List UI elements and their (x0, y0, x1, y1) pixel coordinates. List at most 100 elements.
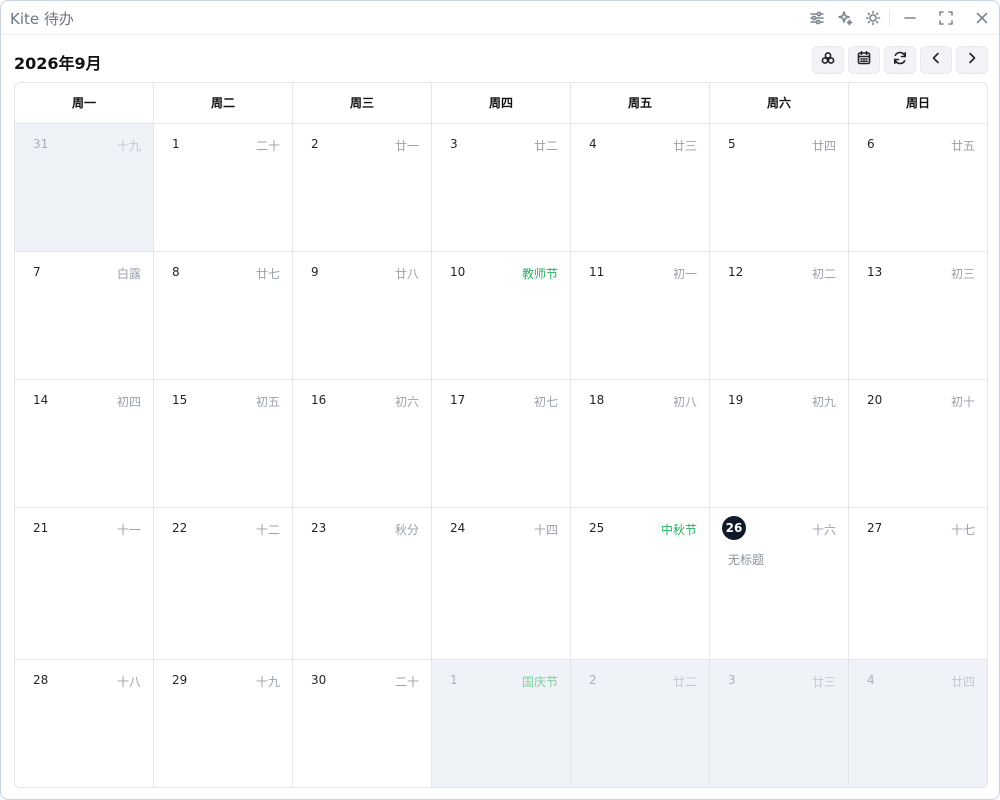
month-title: 2026年9月 (14, 54, 102, 73)
day-number: 22 (172, 521, 188, 535)
day-cell[interactable]: 31 十九 (15, 124, 154, 251)
day-number: 23 (311, 521, 327, 535)
lunar-date: 廿二 (533, 139, 558, 153)
minimize-icon[interactable] (901, 9, 919, 27)
day-number: 28 (33, 673, 49, 687)
day-number: 6 (867, 137, 875, 151)
day-cell[interactable]: 10 教师节 (432, 252, 571, 379)
app-window: Kite 待办 2026年9月 周一 周二 周三 周四 周五 周六 周日 31 … (0, 0, 1000, 800)
day-cell[interactable]: 28 十八 (15, 660, 154, 787)
lunar-date: 初三 (950, 267, 975, 281)
day-cell[interactable]: 21 十一 (15, 508, 154, 659)
day-number: 21 (33, 521, 49, 535)
lunar-date: 初六 (394, 395, 419, 409)
lunar-date: 十九 (255, 675, 280, 689)
day-cell[interactable]: 1 二十 (154, 124, 293, 251)
day-number: 29 (172, 673, 188, 687)
app-title: Kite 待办 (10, 10, 74, 28)
festival-label: 中秋节 (660, 523, 697, 537)
day-cell[interactable]: 4 廿三 (571, 124, 710, 251)
day-number: 16 (311, 393, 327, 407)
chevron-left-icon (928, 50, 944, 70)
lunar-date: 白露 (116, 267, 141, 281)
lunar-date: 十六 (811, 523, 836, 537)
titlebar-divider (889, 10, 890, 26)
day-number: 4 (589, 137, 597, 151)
day-cell[interactable]: 23 秋分 (293, 508, 432, 659)
lunar-date: 廿七 (255, 267, 280, 281)
day-cell[interactable]: 18 初八 (571, 380, 710, 507)
refresh-button[interactable] (884, 46, 916, 74)
week-row: 14 初四 15 初五 16 初六 17 初七 18 初八 19 初九 20 初十 (15, 380, 987, 508)
day-number: 3 (450, 137, 458, 151)
sparkles-icon[interactable] (836, 9, 854, 27)
day-number: 30 (311, 673, 327, 687)
week-row: 31 十九 1 二十 2 廿一 3 廿二 4 廿三 5 廿四 6 廿五 (15, 124, 987, 252)
day-cell[interactable]: 25 中秋节 (571, 508, 710, 659)
lunar-date: 初五 (255, 395, 280, 409)
day-cell[interactable]: 17 初七 (432, 380, 571, 507)
sliders-icon[interactable] (808, 9, 826, 27)
weekday-header: 周一 周二 周三 周四 周五 周六 周日 (15, 83, 987, 124)
lunar-date: 二十 (394, 675, 419, 689)
event-item[interactable]: 无标题 (728, 551, 764, 568)
day-cell[interactable]: 1 国庆节 (432, 660, 571, 787)
prev-month-button[interactable] (920, 46, 952, 74)
day-cell[interactable]: 8 廿七 (154, 252, 293, 379)
day-number: 14 (33, 393, 49, 407)
day-cell[interactable]: 22 十二 (154, 508, 293, 659)
lunar-date: 初一 (672, 267, 697, 281)
day-cell[interactable]: 19 初九 (710, 380, 849, 507)
day-cell[interactable]: 9 廿八 (293, 252, 432, 379)
day-cell[interactable]: 5 廿四 (710, 124, 849, 251)
day-cell[interactable]: 26 十六无标题 (710, 508, 849, 659)
lunar-date: 廿八 (394, 267, 419, 281)
day-cell[interactable]: 27 十七 (849, 508, 987, 659)
title-bar: Kite 待办 (1, 1, 999, 35)
festival-label: 教师节 (521, 267, 558, 281)
day-cell[interactable]: 11 初一 (571, 252, 710, 379)
day-number: 24 (450, 521, 466, 535)
day-cell[interactable]: 14 初四 (15, 380, 154, 507)
lunar-date: 初九 (811, 395, 836, 409)
lunar-date: 十二 (255, 523, 280, 537)
day-cell[interactable]: 2 廿二 (571, 660, 710, 787)
sun-icon[interactable] (864, 9, 882, 27)
lunar-date: 廿一 (394, 139, 419, 153)
day-number: 19 (728, 393, 744, 407)
day-cell[interactable]: 16 初六 (293, 380, 432, 507)
view-switch-button[interactable] (812, 46, 844, 74)
day-cell[interactable]: 3 廿三 (710, 660, 849, 787)
day-cell[interactable]: 20 初十 (849, 380, 987, 507)
close-icon[interactable] (973, 9, 991, 27)
day-cell[interactable]: 13 初三 (849, 252, 987, 379)
day-number: 13 (867, 265, 883, 279)
day-number: 17 (450, 393, 466, 407)
day-cell[interactable]: 24 十四 (432, 508, 571, 659)
day-cell[interactable]: 15 初五 (154, 380, 293, 507)
next-month-button[interactable] (956, 46, 988, 74)
day-cell[interactable]: 7 白露 (15, 252, 154, 379)
day-cell[interactable]: 30 二十 (293, 660, 432, 787)
day-number: 18 (589, 393, 605, 407)
day-number: 2 (311, 137, 319, 151)
day-number: 7 (33, 265, 41, 279)
day-cell[interactable]: 6 廿五 (849, 124, 987, 251)
weekday-label: 周四 (432, 83, 571, 123)
calendar-grid: 周一 周二 周三 周四 周五 周六 周日 31 十九 1 二十 2 廿一 3 廿二 4 廿三 5 廿四… (14, 82, 988, 788)
lunar-date: 廿四 (811, 139, 836, 153)
lunar-date: 十九 (116, 139, 141, 153)
week-row: 7 白露 8 廿七 9 廿八 10 教师节 11 初一 12 初二 13 初三 (15, 252, 987, 380)
lunar-date: 初十 (950, 395, 975, 409)
lunar-date: 十四 (533, 523, 558, 537)
weekday-label: 周六 (710, 83, 849, 123)
day-cell[interactable]: 29 十九 (154, 660, 293, 787)
day-cell[interactable]: 3 廿二 (432, 124, 571, 251)
maximize-icon[interactable] (937, 9, 955, 27)
day-cell[interactable]: 12 初二 (710, 252, 849, 379)
day-number: 8 (172, 265, 180, 279)
day-cell[interactable]: 4 廿四 (849, 660, 987, 787)
today-button[interactable] (848, 46, 880, 74)
today-badge: 26 (722, 516, 746, 540)
day-cell[interactable]: 2 廿一 (293, 124, 432, 251)
